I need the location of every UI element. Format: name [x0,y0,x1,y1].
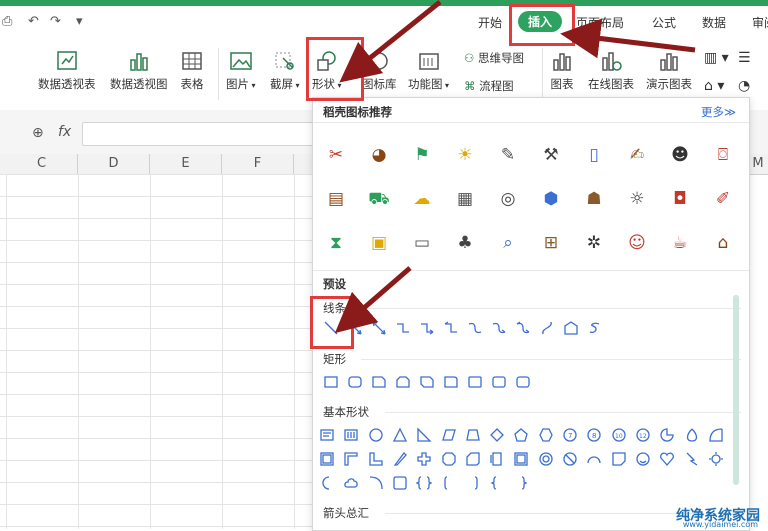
arrow-to-insert [560,18,696,59]
arrow-to-lines [334,266,412,334]
watermark-url: www.yidaimei.com [682,520,758,529]
arrow-to-shape [339,0,442,83]
annotation-arrows [334,0,696,334]
